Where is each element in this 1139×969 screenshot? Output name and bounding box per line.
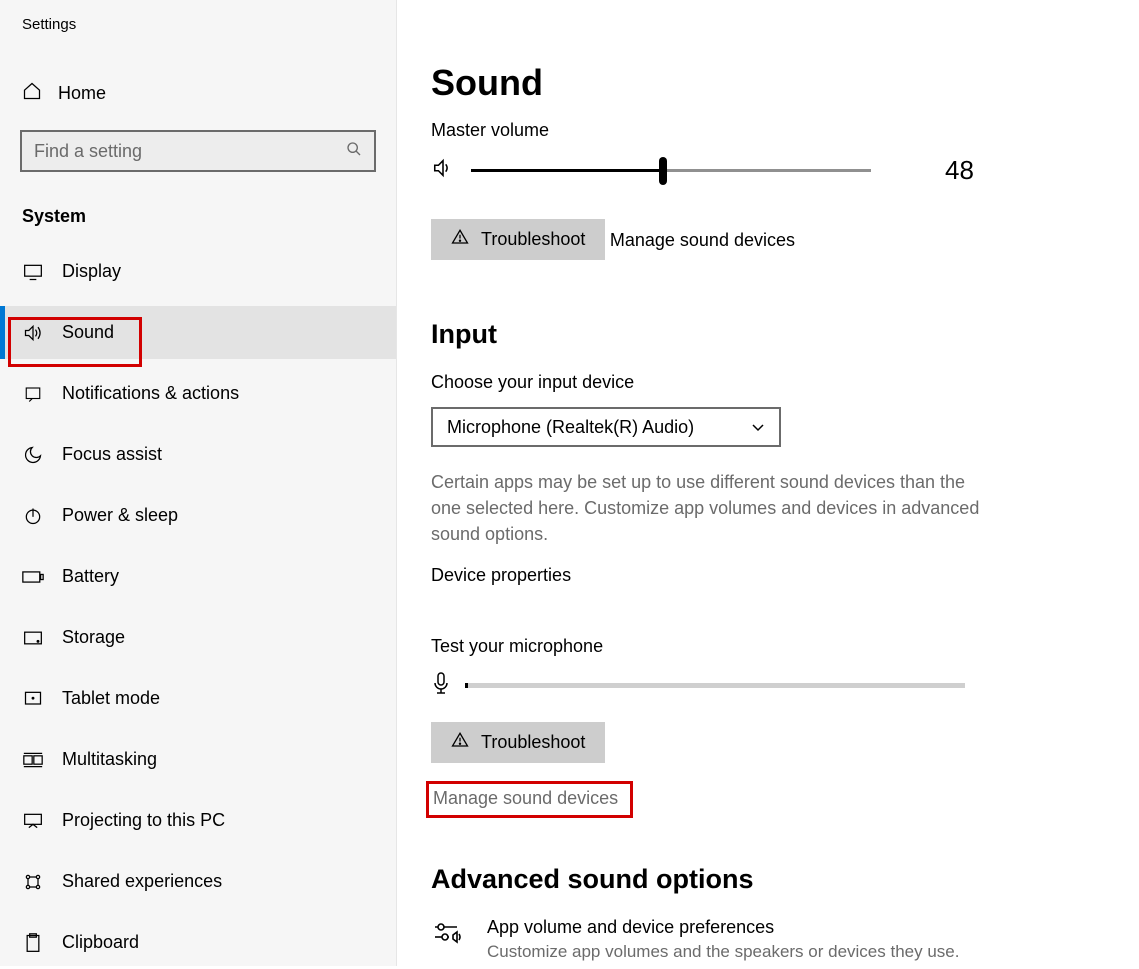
tablet-mode-icon	[22, 690, 44, 708]
sound-icon	[22, 323, 44, 343]
manage-sound-devices-link-2[interactable]: Manage sound devices	[433, 788, 618, 809]
search-placeholder: Find a setting	[34, 141, 142, 162]
mic-level-bar	[465, 683, 965, 688]
storage-icon	[22, 630, 44, 646]
warning-icon	[451, 731, 469, 754]
advanced-section-header: Advanced sound options	[431, 864, 1109, 895]
device-properties-link[interactable]: Device properties	[431, 565, 571, 586]
sidebar-item-storage[interactable]: Storage	[0, 611, 396, 664]
clipboard-icon	[22, 933, 44, 953]
input-device-select[interactable]: Microphone (Realtek(R) Audio)	[431, 407, 781, 447]
sidebar-item-tablet-mode[interactable]: Tablet mode	[0, 672, 396, 725]
sidebar-item-label: Storage	[62, 627, 125, 648]
search-input[interactable]: Find a setting	[20, 130, 376, 172]
app-volume-title: App volume and device preferences	[487, 917, 959, 938]
warning-icon	[451, 228, 469, 251]
sidebar: Settings Home Find a setting System Disp…	[0, 0, 397, 966]
selected-device-text: Microphone (Realtek(R) Audio)	[447, 417, 694, 438]
display-icon	[22, 263, 44, 281]
volume-slider[interactable]	[471, 161, 871, 181]
sidebar-item-clipboard[interactable]: Clipboard	[0, 916, 396, 969]
mic-test-row	[431, 671, 1109, 700]
mixer-icon	[431, 917, 465, 954]
troubleshoot-output-button[interactable]: Troubleshoot	[431, 219, 605, 260]
speaker-icon[interactable]	[431, 157, 455, 184]
window-title: Settings	[0, 12, 396, 45]
input-section-header: Input	[431, 319, 1109, 350]
master-volume-label: Master volume	[431, 120, 1109, 141]
page-title: Sound	[431, 62, 1109, 104]
sidebar-category: System	[0, 190, 396, 245]
search-icon	[346, 141, 362, 162]
home-label: Home	[58, 83, 106, 104]
sidebar-item-label: Notifications & actions	[62, 383, 239, 404]
troubleshoot-label: Troubleshoot	[481, 732, 585, 753]
troubleshoot-input-button[interactable]: Troubleshoot	[431, 722, 605, 763]
annotation-highlight-manage: Manage sound devices	[426, 781, 633, 818]
sidebar-item-display[interactable]: Display	[0, 245, 396, 298]
main-content: Sound Master volume 48 Troubleshoot Mana…	[397, 0, 1139, 966]
focus-assist-icon	[22, 445, 44, 465]
troubleshoot-label: Troubleshoot	[481, 229, 585, 250]
chevron-down-icon	[751, 417, 765, 438]
multitasking-icon	[22, 751, 44, 769]
microphone-icon	[431, 671, 451, 700]
app-volume-preferences-link[interactable]: App volume and device preferences Custom…	[431, 917, 1109, 962]
power-icon	[22, 506, 44, 526]
test-microphone-label: Test your microphone	[431, 636, 1109, 657]
sidebar-item-focus-assist[interactable]: Focus assist	[0, 428, 396, 481]
sidebar-item-shared-experiences[interactable]: Shared experiences	[0, 855, 396, 908]
choose-input-label: Choose your input device	[431, 372, 1109, 393]
sidebar-item-label: Multitasking	[62, 749, 157, 770]
sidebar-item-label: Shared experiences	[62, 871, 222, 892]
sidebar-item-battery[interactable]: Battery	[0, 550, 396, 603]
projecting-icon	[22, 812, 44, 830]
sidebar-item-power-sleep[interactable]: Power & sleep	[0, 489, 396, 542]
sidebar-item-label: Display	[62, 261, 121, 282]
sidebar-item-label: Focus assist	[62, 444, 162, 465]
sidebar-item-label: Tablet mode	[62, 688, 160, 709]
sidebar-item-label: Sound	[62, 322, 114, 343]
sidebar-item-label: Power & sleep	[62, 505, 178, 526]
app-volume-subtitle: Customize app volumes and the speakers o…	[487, 942, 959, 962]
input-explanation-text: Certain apps may be set up to use differ…	[431, 469, 991, 547]
sidebar-item-sound[interactable]: Sound	[0, 306, 396, 359]
sidebar-item-projecting[interactable]: Projecting to this PC	[0, 794, 396, 847]
sidebar-item-notifications[interactable]: Notifications & actions	[0, 367, 396, 420]
sidebar-item-multitasking[interactable]: Multitasking	[0, 733, 396, 786]
notifications-icon	[22, 385, 44, 403]
home-nav[interactable]: Home	[0, 67, 396, 120]
sidebar-item-label: Battery	[62, 566, 119, 587]
shared-icon	[22, 872, 44, 892]
battery-icon	[22, 570, 44, 584]
volume-value: 48	[945, 155, 974, 186]
home-icon	[22, 81, 42, 106]
sidebar-item-label: Clipboard	[62, 932, 139, 953]
manage-sound-devices-link-1[interactable]: Manage sound devices	[610, 230, 795, 251]
master-volume-row: 48	[431, 155, 1109, 186]
sidebar-item-label: Projecting to this PC	[62, 810, 225, 831]
